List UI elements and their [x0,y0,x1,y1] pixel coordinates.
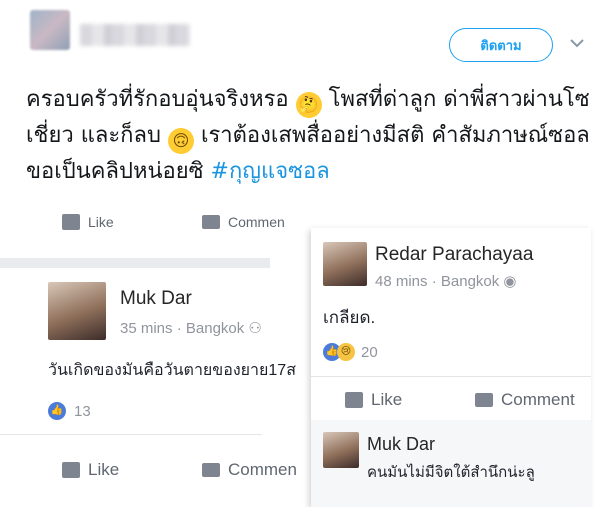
upside-down-face-icon: 🙃 [167,128,194,154]
like-button[interactable]: Like [62,460,119,480]
tweet-text-part1: ครอบครัวที่รักอบอุ่นจริงหรอ [26,87,289,112]
follow-button[interactable]: ติดตาม [449,28,553,62]
chevron-down-icon[interactable] [570,36,588,54]
top-comment-action[interactable]: Commen [202,212,285,232]
post-author[interactable]: Redar Parachayaa [375,244,533,266]
post-meta: 35 mins · Bangkok ⚇ [120,319,262,337]
sad-reaction-icon: 😢 [337,343,355,361]
comment-author[interactable]: Muk Dar [367,434,435,455]
divider [311,376,591,377]
comment-label: Commen [228,460,297,479]
post-text: วันเกิดของมันคือวันตายของยาย17ส [48,362,296,379]
post-location[interactable]: Bangkok [441,273,499,290]
separator [0,258,270,268]
friends-icon: ⚇ [248,320,262,337]
avatar[interactable] [48,282,106,340]
reaction-count: 20 [361,343,378,361]
twitter-avatar[interactable] [30,10,70,50]
comment-label: Comment [501,390,575,409]
thinking-face-icon: 🤔 [295,92,322,118]
divider [0,434,262,435]
comment-icon [475,393,493,407]
dot-separator: · [176,320,186,337]
like-reaction-icon: 👍 [48,402,66,420]
top-like-label: Like [88,214,114,230]
twitter-username-blurred[interactable] [80,24,190,46]
comment-icon [202,463,220,477]
like-button[interactable]: Like [345,390,402,410]
post-location[interactable]: Bangkok [186,320,244,337]
avatar[interactable] [323,242,367,286]
reaction-count: 13 [74,402,91,420]
post-time[interactable]: 35 mins [120,320,173,337]
commenter-avatar[interactable] [323,432,359,468]
reaction-summary[interactable]: 👍 13 [48,402,91,420]
post-text: เกลียด. [323,308,376,327]
comment-button[interactable]: Comment [475,390,575,410]
tweet-text: ครอบครัวที่รักอบอุ่นจริงหรอ 🤔 โพสที่ด่าล… [26,82,606,190]
hashtag-link[interactable]: #กุญแจซอล [211,159,330,184]
dot-separator: · [431,273,441,290]
like-label: Like [371,390,403,409]
facebook-post-right: Redar Parachayaa 48 mins · Bangkok ◉ เกล… [311,228,591,507]
top-comment-label: Commen [228,214,285,230]
post-meta: 48 mins · Bangkok ◉ [375,272,517,290]
post-time[interactable]: 48 mins [375,273,428,290]
like-icon [345,392,363,408]
post-author[interactable]: Muk Dar [120,288,192,310]
top-like-action[interactable]: Like [62,212,114,232]
facebook-post-left: Like Commen Muk Dar 35 mins · Bangkok ⚇ … [0,214,310,507]
comment-section: Muk Dar คนมันไม่มีจิตใต้สำนึกน่ะลู [311,420,591,507]
like-icon [62,462,80,478]
like-label: Like [88,460,120,479]
reaction-summary[interactable]: 👍 😢 20 [323,343,378,361]
globe-icon: ◉ [503,273,517,290]
comment-button[interactable]: Commen [202,460,297,480]
comment-icon [202,215,220,229]
comment-text: คนมันไม่มีจิตใต้สำนึกน่ะลู [367,464,535,481]
like-icon [62,214,80,230]
